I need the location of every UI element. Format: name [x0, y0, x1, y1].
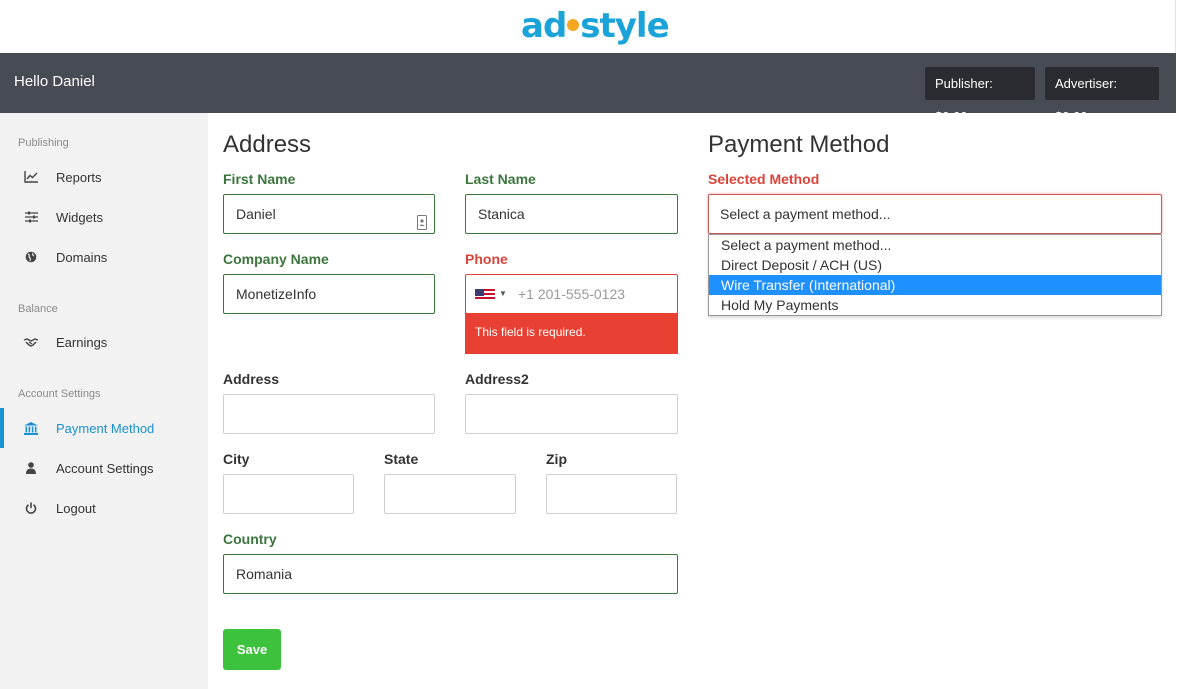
publisher-balance-label: Publisher:: [935, 76, 993, 91]
city-field[interactable]: [223, 474, 354, 514]
address2-label: Address2: [465, 371, 529, 387]
sidebar-section-balance: Balance: [18, 303, 58, 315]
phone-placeholder: +1 201-555-0123: [518, 286, 626, 302]
sidebar-section-account-settings: Account Settings: [18, 388, 101, 400]
user-icon: [22, 462, 40, 474]
sidebar-item-label: Domains: [56, 249, 108, 265]
sidebar-item-label: Widgets: [56, 209, 103, 225]
zip-field[interactable]: [546, 474, 677, 514]
logo-text-left: ad: [521, 6, 567, 46]
payment-method-title: Payment Method: [708, 131, 890, 158]
greeting: Hello Daniel: [14, 73, 95, 90]
sidebar-item-payment-method[interactable]: Payment Method: [0, 408, 208, 448]
first-name-value: Daniel: [236, 206, 276, 222]
company-name-label: Company Name: [223, 251, 329, 267]
sidebar-item-label: Payment Method: [56, 420, 155, 436]
payment-method-selected-value: Select a payment method...: [720, 206, 891, 222]
brand-logo[interactable]: ad style: [521, 4, 670, 48]
contact-card-icon: [417, 206, 427, 244]
last-name-label: Last Name: [465, 171, 536, 187]
state-field[interactable]: [384, 474, 516, 514]
phone-label: Phone: [465, 251, 508, 267]
top-header: Hello Daniel Publisher: $0.00 Advertiser…: [0, 53, 1176, 124]
bank-icon: [22, 421, 40, 435]
selected-method-label: Selected Method: [708, 171, 820, 187]
publisher-balance-button[interactable]: Publisher: $0.00: [925, 67, 1035, 124]
logo-bar: ad style: [0, 0, 1176, 53]
country-field[interactable]: Romania: [223, 554, 678, 594]
payment-option[interactable]: Hold My Payments: [709, 295, 1161, 315]
payment-option[interactable]: Direct Deposit / ACH (US): [709, 255, 1161, 275]
first-name-field[interactable]: Daniel: [223, 194, 435, 234]
sidebar-item-reports[interactable]: Reports: [0, 157, 208, 197]
sidebar-item-earnings[interactable]: Earnings: [0, 322, 208, 362]
advertiser-balance-amount: $0.00: [1055, 109, 1088, 124]
state-label: State: [384, 451, 419, 467]
company-name-field[interactable]: MonetizeInfo: [223, 274, 435, 314]
zip-label: Zip: [546, 451, 567, 467]
advertiser-balance-button[interactable]: Advertiser: $0.00: [1045, 67, 1159, 124]
power-icon: [22, 502, 40, 514]
address-title: Address: [223, 131, 312, 158]
company-name-value: MonetizeInfo: [236, 286, 317, 302]
sidebar-item-widgets[interactable]: Widgets: [0, 197, 208, 237]
line-chart-icon: [22, 171, 40, 183]
us-flag-icon[interactable]: [475, 289, 495, 301]
country-value: Romania: [236, 566, 293, 582]
last-name-value: Stanica: [478, 206, 525, 222]
sliders-icon: [22, 211, 40, 223]
sidebar-item-label: Reports: [56, 169, 102, 185]
phone-field[interactable]: ▼ +1 201-555-0123: [465, 274, 678, 314]
logo-sun-icon: [567, 19, 580, 31]
logo-text-right: style: [580, 6, 669, 46]
advertiser-balance-label: Advertiser:: [1055, 76, 1118, 91]
handshake-icon: [22, 337, 40, 348]
save-button[interactable]: Save: [223, 629, 281, 670]
last-name-field[interactable]: Stanica: [465, 194, 678, 234]
chevron-down-icon: ▼: [499, 289, 507, 298]
city-label: City: [223, 451, 250, 467]
address-label: Address: [223, 371, 280, 387]
publisher-balance-amount: $0.00: [935, 109, 968, 124]
sidebar-item-account-settings[interactable]: Account Settings: [0, 448, 208, 488]
country-label: Country: [223, 531, 277, 547]
sidebar-item-domains[interactable]: Domains: [0, 237, 208, 277]
phone-error-message: This field is required.: [465, 313, 678, 354]
sidebar-item-label: Logout: [56, 500, 96, 516]
address-field[interactable]: [223, 394, 435, 434]
payment-method-select[interactable]: Select a payment method...: [708, 194, 1162, 234]
first-name-label: First Name: [223, 171, 296, 187]
sidebar-item-label: Account Settings: [56, 460, 154, 476]
globe-icon: [22, 251, 40, 263]
sidebar-item-logout[interactable]: Logout: [0, 488, 208, 528]
sidebar-item-label: Earnings: [56, 334, 108, 350]
payment-option-highlighted[interactable]: Wire Transfer (International): [709, 275, 1161, 295]
sidebar-section-publishing: Publishing: [18, 137, 69, 149]
payment-option[interactable]: Select a payment method...: [709, 235, 1161, 255]
sidebar: Publishing Reports Widgets Domains Balan…: [0, 113, 208, 689]
payment-method-dropdown: Select a payment method... Direct Deposi…: [708, 234, 1162, 316]
address2-field[interactable]: [465, 394, 678, 434]
